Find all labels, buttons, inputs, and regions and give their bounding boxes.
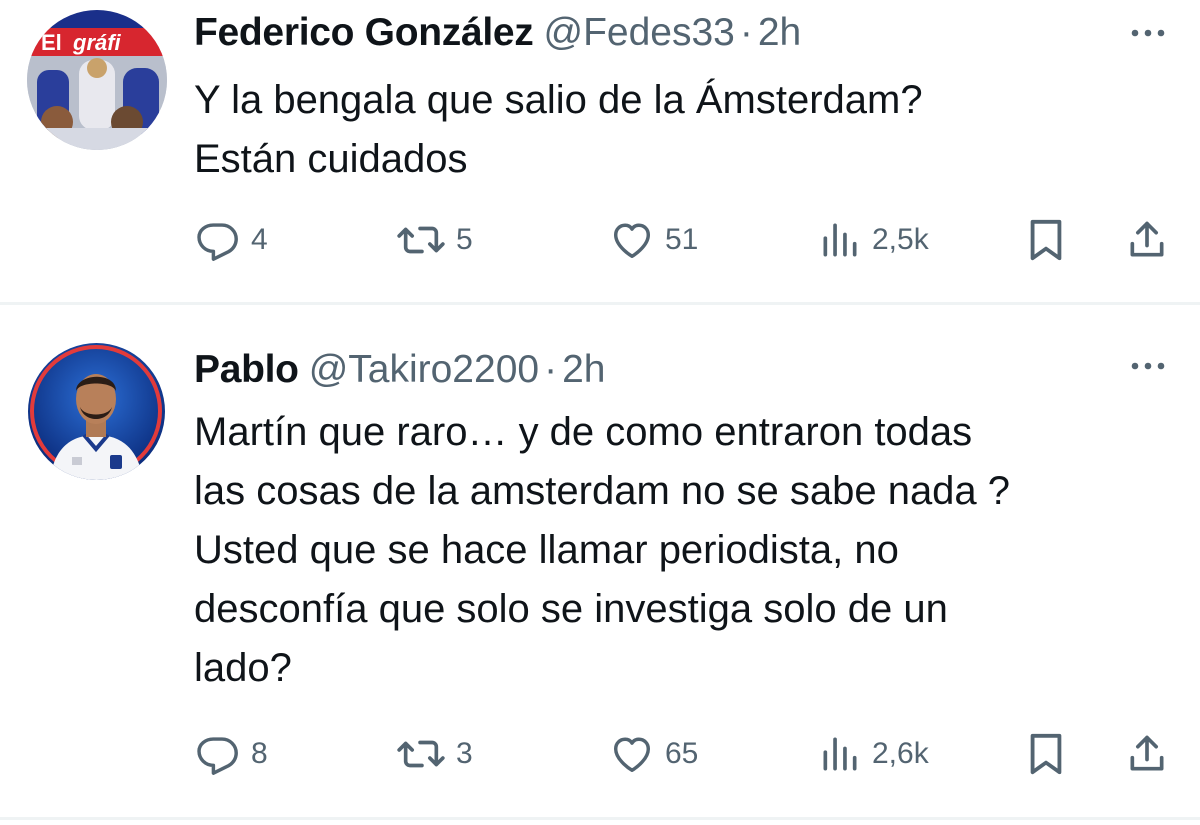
separator-dot: · [544, 348, 558, 391]
views-button[interactable]: 2,6k [818, 729, 929, 779]
timestamp[interactable]: 2h [562, 348, 605, 391]
retweet-count: 5 [456, 223, 473, 256]
reply-icon [197, 737, 238, 775]
separator-dot: · [739, 11, 753, 54]
newspaper-cover-avatar-image: El gráfi [27, 10, 167, 150]
more-icon[interactable] [1130, 26, 1166, 38]
views-button[interactable]: 2,5k [818, 215, 929, 265]
retweet-button[interactable]: 3 [396, 729, 473, 779]
bookmark-icon [1030, 733, 1062, 775]
football-player-avatar-image [28, 343, 165, 480]
like-button[interactable]: 51 [609, 215, 698, 265]
timestamp[interactable]: 2h [758, 11, 801, 54]
views-icon [823, 737, 857, 771]
share-button[interactable] [1125, 215, 1169, 265]
views-count: 2,5k [872, 223, 929, 256]
reply-icon [197, 223, 238, 261]
tweet-text: Y la bengala que salio de la Ámsterdam? … [194, 78, 923, 181]
reply-button[interactable]: 4 [195, 215, 268, 265]
like-count: 51 [665, 223, 699, 256]
divider [0, 817, 1200, 820]
views-icon [823, 223, 857, 257]
retweet-icon [397, 226, 445, 254]
like-count: 65 [665, 737, 699, 770]
tweet-header: Pablo @Takiro2200 · 2h [194, 347, 605, 393]
more-icon[interactable] [1130, 359, 1166, 371]
svg-text:El: El [41, 30, 62, 55]
reply-count: 4 [251, 223, 268, 256]
display-name[interactable]: Pablo [194, 348, 299, 391]
bookmark-button[interactable] [1026, 729, 1066, 779]
handle[interactable]: @Fedes33 [543, 11, 734, 54]
reply-count: 8 [251, 737, 268, 770]
bookmark-button[interactable] [1026, 215, 1066, 265]
tweet-text: Martín que raro… y de como entraron toda… [194, 410, 1011, 690]
heart-icon [613, 737, 651, 773]
display-name[interactable]: Federico González [194, 11, 534, 54]
action-bar: 8 3 65 2,6k [0, 729, 1200, 779]
tweet-header: Federico González @Fedes33 · 2h [194, 10, 801, 56]
heart-icon [613, 223, 651, 259]
svg-text:gráfi: gráfi [72, 30, 122, 55]
reply-button[interactable]: 8 [195, 729, 268, 779]
handle[interactable]: @Takiro2200 [309, 348, 539, 391]
retweet-count: 3 [456, 737, 473, 770]
share-icon [1130, 221, 1164, 257]
retweet-button[interactable]: 5 [396, 215, 473, 265]
views-count: 2,6k [872, 737, 929, 770]
retweet-icon [397, 740, 445, 768]
avatar[interactable] [28, 343, 165, 480]
bookmark-icon [1030, 219, 1062, 261]
like-button[interactable]: 65 [609, 729, 698, 779]
avatar[interactable]: El gráfi [27, 10, 167, 150]
action-bar: 4 5 51 2,5k [0, 215, 1200, 265]
share-icon [1130, 735, 1164, 771]
tweet[interactable]: Pablo @Takiro2200 · 2h Martín que raro… y d… [0, 305, 1200, 817]
share-button[interactable] [1125, 729, 1169, 779]
tweet[interactable]: El gráfi Federico González @Fedes33 · 2h Y … [0, 0, 1200, 302]
